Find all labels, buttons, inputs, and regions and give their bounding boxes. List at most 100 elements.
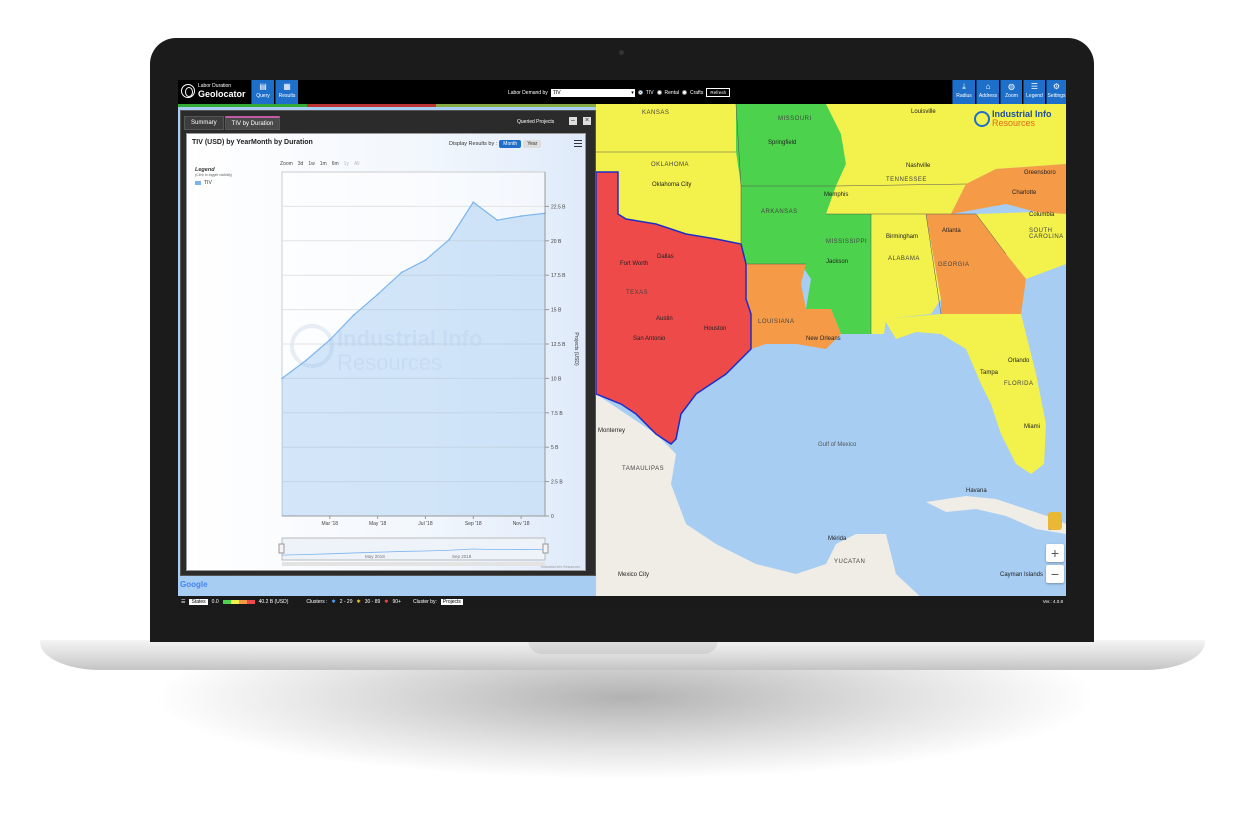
label-havana: Havana: [966, 488, 987, 494]
radio-crafts-label: Crafts: [689, 89, 704, 96]
label-austin: Austin: [656, 316, 673, 322]
cluster-medium-icon: ✱: [356, 599, 361, 605]
cluster-by-select[interactable]: Projects: [440, 599, 463, 605]
radius-icon: ⤓: [962, 82, 966, 91]
label-cayman: Cayman Islands: [1000, 572, 1044, 578]
label-florida: FLORIDA: [1004, 381, 1034, 387]
navigator-handle-left: [278, 543, 285, 554]
y-tick-label: 0: [551, 514, 554, 520]
tiv-point: [305, 359, 307, 362]
navigator-handle-right: [542, 543, 549, 554]
label-orlando: Orlando: [1008, 358, 1030, 364]
google-logo: Google: [180, 580, 208, 589]
range-min: 0.0: [211, 599, 219, 605]
tiv-point: [472, 201, 475, 204]
color-stripe: [178, 104, 608, 107]
label-greensboro: Greensboro: [1024, 170, 1056, 176]
legend-button[interactable]: ☰ Legend: [1023, 80, 1045, 104]
label-oklahoma: OKLAHOMA: [651, 162, 690, 168]
label-arkansas: ARKANSAS: [761, 209, 798, 215]
tiv-point: [496, 219, 499, 222]
label-tennessee: TENNESSEE: [886, 177, 927, 183]
address-button[interactable]: ⌂ Address: [976, 80, 999, 104]
zoom-in-button[interactable]: +: [1046, 544, 1064, 562]
label-atlanta: Atlanta: [942, 228, 961, 234]
radio-rental[interactable]: [656, 90, 662, 95]
close-icon[interactable]: ×: [583, 117, 591, 125]
navigator-scrollbar: [282, 562, 545, 566]
label-miami: Miami: [1024, 424, 1040, 430]
settings-button[interactable]: ⚙ Settings: [1046, 80, 1066, 104]
label-dallas: Dallas: [657, 254, 674, 260]
tab-summary[interactable]: Summary: [184, 116, 224, 130]
tiv-point: [281, 377, 283, 380]
y-tick-label: 12.5 B: [551, 342, 566, 348]
label-louisville: Louisville: [911, 109, 936, 115]
label-south-carolina: SOUTH CAROLINA: [1029, 228, 1064, 240]
y-tick-label: 22.5 B: [551, 204, 566, 210]
demand-label: Labor Demand by: [508, 89, 548, 96]
legend-icon: ☰: [1030, 82, 1039, 91]
address-icon: ⌂: [985, 82, 991, 91]
y-tick-label: 17.5 B: [551, 273, 566, 279]
tiv-point: [400, 271, 403, 274]
settings-label: Settings: [1047, 93, 1066, 99]
tab-tiv-by-duration[interactable]: TIV by Duration: [224, 116, 281, 130]
navigator: [281, 537, 546, 561]
cluster-range-2: 30 - 89: [364, 599, 381, 605]
label-kansas: KANSAS: [642, 110, 670, 116]
tiv-point: [448, 238, 451, 241]
y-tick-label: 2.5 B: [551, 480, 563, 486]
query-icon: ▤: [259, 82, 267, 91]
query-button[interactable]: ▤ Query: [251, 80, 274, 104]
map-view[interactable]: KANSAS MISSOURI Springfield OKLAHOMA Okl…: [596, 104, 1066, 602]
demand-select[interactable]: TIV: [550, 88, 635, 97]
label-texas: TEXAS: [626, 290, 649, 296]
minimize-icon[interactable]: –: [569, 117, 577, 125]
queried-projects-link[interactable]: Queried Projects: [517, 119, 554, 125]
brand-watermark: Industrial Info Resources: [974, 110, 1052, 128]
y-tick-label: 15 B: [551, 308, 562, 314]
cluster-large-icon: ✱: [384, 599, 389, 605]
address-label: Address: [978, 93, 998, 99]
label-oklahoma-city: Oklahoma City: [652, 182, 692, 188]
radio-crafts[interactable]: [681, 90, 687, 95]
tiv-point: [328, 338, 331, 341]
results-button[interactable]: ▦ Results: [275, 80, 298, 104]
chart-credit: Industrial Info Resources: [541, 565, 580, 569]
zoom-button[interactable]: ◍ Zoom: [1000, 80, 1022, 104]
zoom-globe-icon: ◍: [1008, 82, 1015, 91]
app-title: Geolocator: [198, 89, 246, 99]
y-tick-label: 20 B: [551, 239, 562, 245]
tiv-point: [352, 314, 355, 317]
brand-logo-icon: [974, 111, 990, 127]
label-merida: Mérida: [828, 536, 847, 542]
layer-select[interactable]: States: [189, 599, 208, 605]
area-chart: Industrial InfoResources 02.5 B5 B7.5 B1…: [278, 171, 580, 569]
zoom-out-button[interactable]: −: [1046, 565, 1064, 583]
status-menu-icon[interactable]: ☰: [181, 599, 185, 605]
x-tick-label: Jul '18: [418, 521, 433, 527]
pegman-icon[interactable]: [1048, 512, 1062, 530]
zoom-label: Zoom: [1005, 93, 1018, 99]
refresh-button[interactable]: Refresh: [706, 88, 731, 97]
label-birmingham: Birmingham: [886, 234, 919, 240]
chart-container: TIV (USD) by YearMonth by Duration Displ…: [186, 133, 586, 571]
label-monterrey: Monterrey: [598, 428, 626, 434]
label-nashville: Nashville: [906, 163, 931, 169]
radio-tiv[interactable]: [637, 90, 643, 95]
radius-label: Radius: [956, 93, 972, 99]
y-tick-label: 7.5 B: [551, 411, 563, 417]
radius-button[interactable]: ⤓ Radius: [952, 80, 975, 104]
results-icon: ▦: [283, 82, 291, 91]
laptop-notch: [528, 640, 718, 654]
label-fort-worth: Fort Worth: [620, 261, 649, 267]
laptop-shadow: [150, 670, 1100, 780]
clusters-label: Clusters :: [306, 599, 328, 605]
status-bar: ☰ States 0.0 40.2 B (USD) Clusters : ✱ 2…: [178, 596, 1066, 608]
labor-demand-control: Labor Demand by TIV TIV Rental Crafts Re…: [508, 88, 731, 97]
app-screen: Labor Duration Geolocator ▤ Query ▦ Resu…: [178, 80, 1066, 608]
camera: [619, 50, 624, 55]
label-houston: Houston: [704, 326, 727, 332]
radio-rental-label: Rental: [664, 89, 679, 96]
